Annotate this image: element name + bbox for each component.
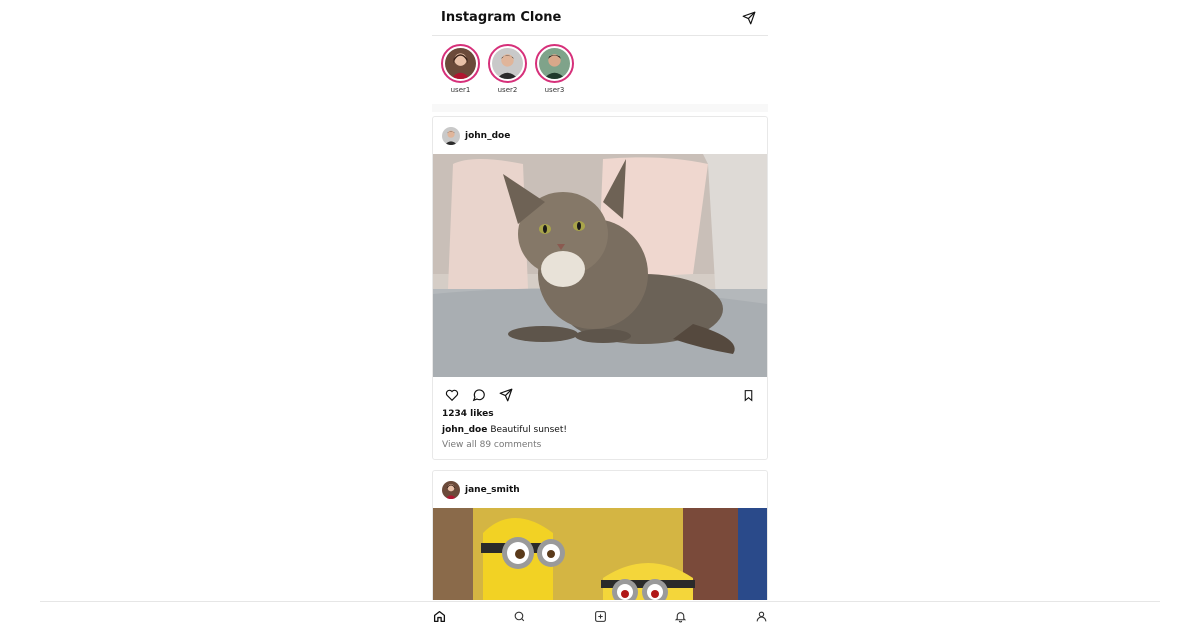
top-bar: Instagram Clone [432,0,768,36]
caption-text: Beautiful sunset! [490,425,567,435]
story-user2[interactable]: user2 [488,44,527,104]
post-card: jane_smith [432,470,768,600]
view-comments-link[interactable]: View all 89 comments [433,435,767,459]
post-image-minions[interactable] [433,508,767,600]
avatar [492,48,523,79]
post-username[interactable]: jane_smith [465,485,520,495]
likes-count[interactable]: 1234 likes [433,407,767,419]
bottom-nav [40,601,1160,630]
notifications-icon[interactable] [674,610,688,624]
post-actions [433,377,767,407]
comment-icon[interactable] [469,385,489,405]
story-username: user2 [497,86,518,94]
story-avatar-ring [488,44,527,83]
bookmark-icon[interactable] [738,385,758,405]
story-username: user1 [450,86,471,94]
avatar [445,48,476,79]
send-message-icon[interactable] [739,8,759,28]
post-header: jane_smith [433,471,767,508]
post-caption: john_doe Beautiful sunset! [433,419,767,435]
stories-bar: user1 user2 user3 [432,36,768,104]
story-username: user3 [544,86,565,94]
share-icon[interactable] [496,385,516,405]
post-image-cat[interactable] [433,154,767,377]
add-post-icon[interactable] [593,610,607,624]
avatar [539,48,570,79]
home-icon[interactable] [432,610,446,624]
story-avatar-ring [441,44,480,83]
search-icon[interactable] [513,610,527,624]
section-divider [432,104,768,112]
post-header: john_doe [433,117,767,154]
story-user3[interactable]: user3 [535,44,574,104]
heart-icon[interactable] [442,385,462,405]
story-avatar-ring [535,44,574,83]
post-username[interactable]: john_doe [465,131,510,141]
app-container: Instagram Clone user1 user2 user3 john_d… [432,0,768,600]
feed: john_doe 1234 likes john_doe Beautiful s… [432,112,768,600]
avatar[interactable] [442,126,460,145]
post-card: john_doe 1234 likes john_doe Beautiful s… [432,116,768,460]
bottom-nav-items [432,602,768,631]
caption-username[interactable]: john_doe [442,425,487,435]
profile-icon[interactable] [754,610,768,624]
story-user1[interactable]: user1 [441,44,480,104]
avatar[interactable] [442,480,460,499]
app-title: Instagram Clone [441,10,562,25]
